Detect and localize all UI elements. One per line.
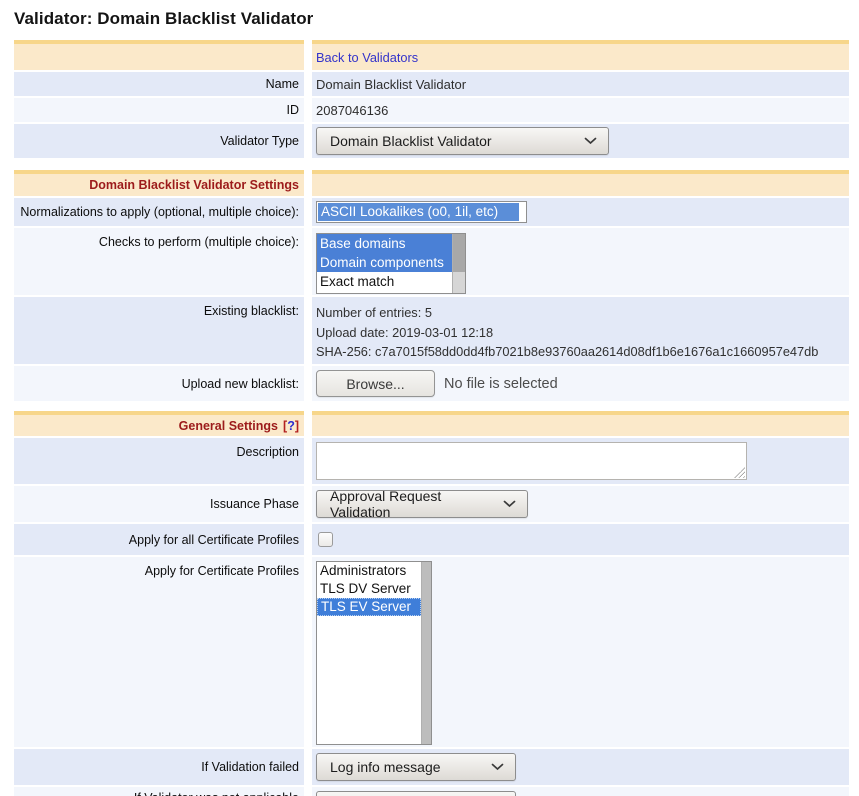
header-spacer-cell bbox=[14, 40, 304, 70]
table-row: Upload new blacklist: Browse... No file … bbox=[14, 366, 849, 401]
back-to-validators-link[interactable]: Back to Validators bbox=[316, 50, 418, 65]
table-row: Existing blacklist: Number of entries: 5… bbox=[14, 297, 849, 364]
table-row: Description bbox=[14, 438, 849, 484]
table-row: Back to Validators bbox=[14, 40, 849, 70]
table-row: ID 2087046136 bbox=[14, 98, 849, 122]
upload-blacklist-label: Upload new blacklist: bbox=[14, 366, 304, 401]
blacklist-settings-header: Domain Blacklist Validator Settings bbox=[14, 170, 304, 196]
normalizations-label: Normalizations to apply (optional, multi… bbox=[14, 198, 304, 226]
validation-failed-cell: Log info message bbox=[312, 749, 849, 785]
apply-all-profiles-label: Apply for all Certificate Profiles bbox=[14, 524, 304, 555]
apply-all-profiles-checkbox[interactable] bbox=[318, 532, 333, 547]
profile-option[interactable]: TLS EV Server bbox=[317, 598, 421, 616]
validator-not-applicable-select[interactable] bbox=[316, 791, 516, 796]
validator-type-cell: Domain Blacklist Validator bbox=[312, 124, 849, 158]
description-label: Description bbox=[14, 438, 304, 484]
existing-blacklist-info: Number of entries: 5 Upload date: 2019-0… bbox=[316, 301, 818, 362]
help-bracket-close: ] bbox=[295, 419, 299, 433]
chevron-down-icon bbox=[491, 763, 504, 771]
validator-edit-page: Validator: Domain Blacklist Validator Ba… bbox=[0, 0, 859, 796]
scrollbar[interactable] bbox=[452, 234, 465, 293]
validator-type-selected-value: Domain Blacklist Validator bbox=[330, 133, 492, 149]
table-row: Normalizations to apply (optional, multi… bbox=[14, 198, 849, 226]
section-title: Domain Blacklist Validator Settings bbox=[89, 178, 299, 192]
scrollbar-thumb[interactable] bbox=[453, 234, 465, 272]
profile-option[interactable]: TLS DV Server bbox=[317, 580, 421, 598]
validator-not-applicable-cell bbox=[312, 787, 849, 796]
normalizations-cell: ASCII Lookalikes (o0, 1il, etc) bbox=[312, 198, 849, 226]
table-row: Apply for all Certificate Profiles bbox=[14, 524, 849, 555]
chevron-down-icon bbox=[584, 137, 597, 145]
blacklist-sha256: SHA-256: c7a7015f58dd0dd4fb7021b8e93760a… bbox=[316, 342, 818, 362]
checks-option[interactable]: Domain components bbox=[317, 253, 452, 272]
header-link-cell: Back to Validators bbox=[312, 40, 849, 70]
validation-failed-label: If Validation failed bbox=[14, 749, 304, 785]
no-file-selected-text: No file is selected bbox=[444, 376, 558, 392]
name-value: Domain Blacklist Validator bbox=[312, 72, 849, 96]
checks-label: Checks to perform (multiple choice): bbox=[14, 228, 304, 295]
general-settings-header: General Settings [?] bbox=[14, 411, 304, 436]
header-spacer-cell bbox=[312, 170, 849, 196]
normalizations-select[interactable]: ASCII Lookalikes (o0, 1il, etc) bbox=[316, 201, 527, 223]
chevron-down-icon bbox=[503, 500, 516, 508]
apply-profiles-label: Apply for Certificate Profiles bbox=[14, 557, 304, 747]
header-spacer-cell bbox=[312, 411, 849, 436]
issuance-phase-select[interactable]: Approval Request Validation bbox=[316, 490, 528, 518]
description-cell bbox=[312, 438, 849, 484]
table-row: Issuance Phase Approval Request Validati… bbox=[14, 486, 849, 522]
checks-option[interactable]: Exact match bbox=[317, 272, 452, 291]
validation-failed-select[interactable]: Log info message bbox=[316, 753, 516, 781]
checks-listbox[interactable]: Base domains Domain components Exact mat… bbox=[316, 233, 466, 294]
apply-profiles-cell: Administrators TLS DV Server TLS EV Serv… bbox=[312, 557, 849, 747]
profile-option[interactable]: Administrators bbox=[317, 562, 421, 580]
issuance-phase-selected-value: Approval Request Validation bbox=[330, 488, 493, 520]
table-row: General Settings [?] bbox=[14, 411, 849, 436]
table-row: If Validation failed Log info message bbox=[14, 749, 849, 785]
issuance-phase-label: Issuance Phase bbox=[14, 486, 304, 522]
id-value: 2087046136 bbox=[312, 98, 849, 122]
name-label: Name bbox=[14, 72, 304, 96]
validator-identity-table: Back to Validators Name Domain Blacklist… bbox=[14, 40, 849, 158]
blacklist-settings-table: Domain Blacklist Validator Settings Norm… bbox=[14, 170, 849, 401]
validator-type-select[interactable]: Domain Blacklist Validator bbox=[316, 127, 609, 155]
checks-option[interactable]: Base domains bbox=[317, 234, 452, 253]
browse-button[interactable]: Browse... bbox=[316, 370, 435, 397]
scrollbar-thumb[interactable] bbox=[422, 562, 431, 744]
certificate-profiles-listbox[interactable]: Administrators TLS DV Server TLS EV Serv… bbox=[316, 561, 432, 745]
help-link[interactable]: ? bbox=[287, 419, 295, 433]
general-settings-table: General Settings [?] Description Issuanc… bbox=[14, 411, 849, 796]
table-row: Validator Type Domain Blacklist Validato… bbox=[14, 124, 849, 158]
validator-not-applicable-label: If Validator was not applicable bbox=[14, 787, 304, 796]
page-title: Validator: Domain Blacklist Validator bbox=[14, 9, 859, 29]
table-row: Apply for Certificate Profiles Administr… bbox=[14, 557, 849, 747]
description-textarea[interactable] bbox=[316, 442, 747, 480]
validator-type-label: Validator Type bbox=[14, 124, 304, 158]
blacklist-entries-count: Number of entries: 5 bbox=[316, 303, 818, 323]
issuance-phase-cell: Approval Request Validation bbox=[312, 486, 849, 522]
upload-blacklist-cell: Browse... No file is selected bbox=[312, 366, 849, 401]
checks-cell: Base domains Domain components Exact mat… bbox=[312, 228, 849, 295]
table-row: Name Domain Blacklist Validator bbox=[14, 72, 849, 96]
apply-all-profiles-cell bbox=[312, 524, 849, 555]
table-row: If Validator was not applicable bbox=[14, 787, 849, 796]
table-row: Checks to perform (multiple choice): Bas… bbox=[14, 228, 849, 295]
existing-blacklist-label: Existing blacklist: bbox=[14, 297, 304, 364]
normalizations-selected-option[interactable]: ASCII Lookalikes (o0, 1il, etc) bbox=[318, 203, 519, 221]
existing-blacklist-cell: Number of entries: 5 Upload date: 2019-0… bbox=[312, 297, 849, 364]
section-title: General Settings bbox=[179, 419, 278, 433]
scrollbar[interactable] bbox=[421, 562, 431, 744]
resize-handle-icon[interactable] bbox=[734, 467, 745, 478]
id-label: ID bbox=[14, 98, 304, 122]
blacklist-upload-date: Upload date: 2019-03-01 12:18 bbox=[316, 323, 818, 343]
table-row: Domain Blacklist Validator Settings bbox=[14, 170, 849, 196]
validation-failed-selected-value: Log info message bbox=[330, 759, 441, 775]
